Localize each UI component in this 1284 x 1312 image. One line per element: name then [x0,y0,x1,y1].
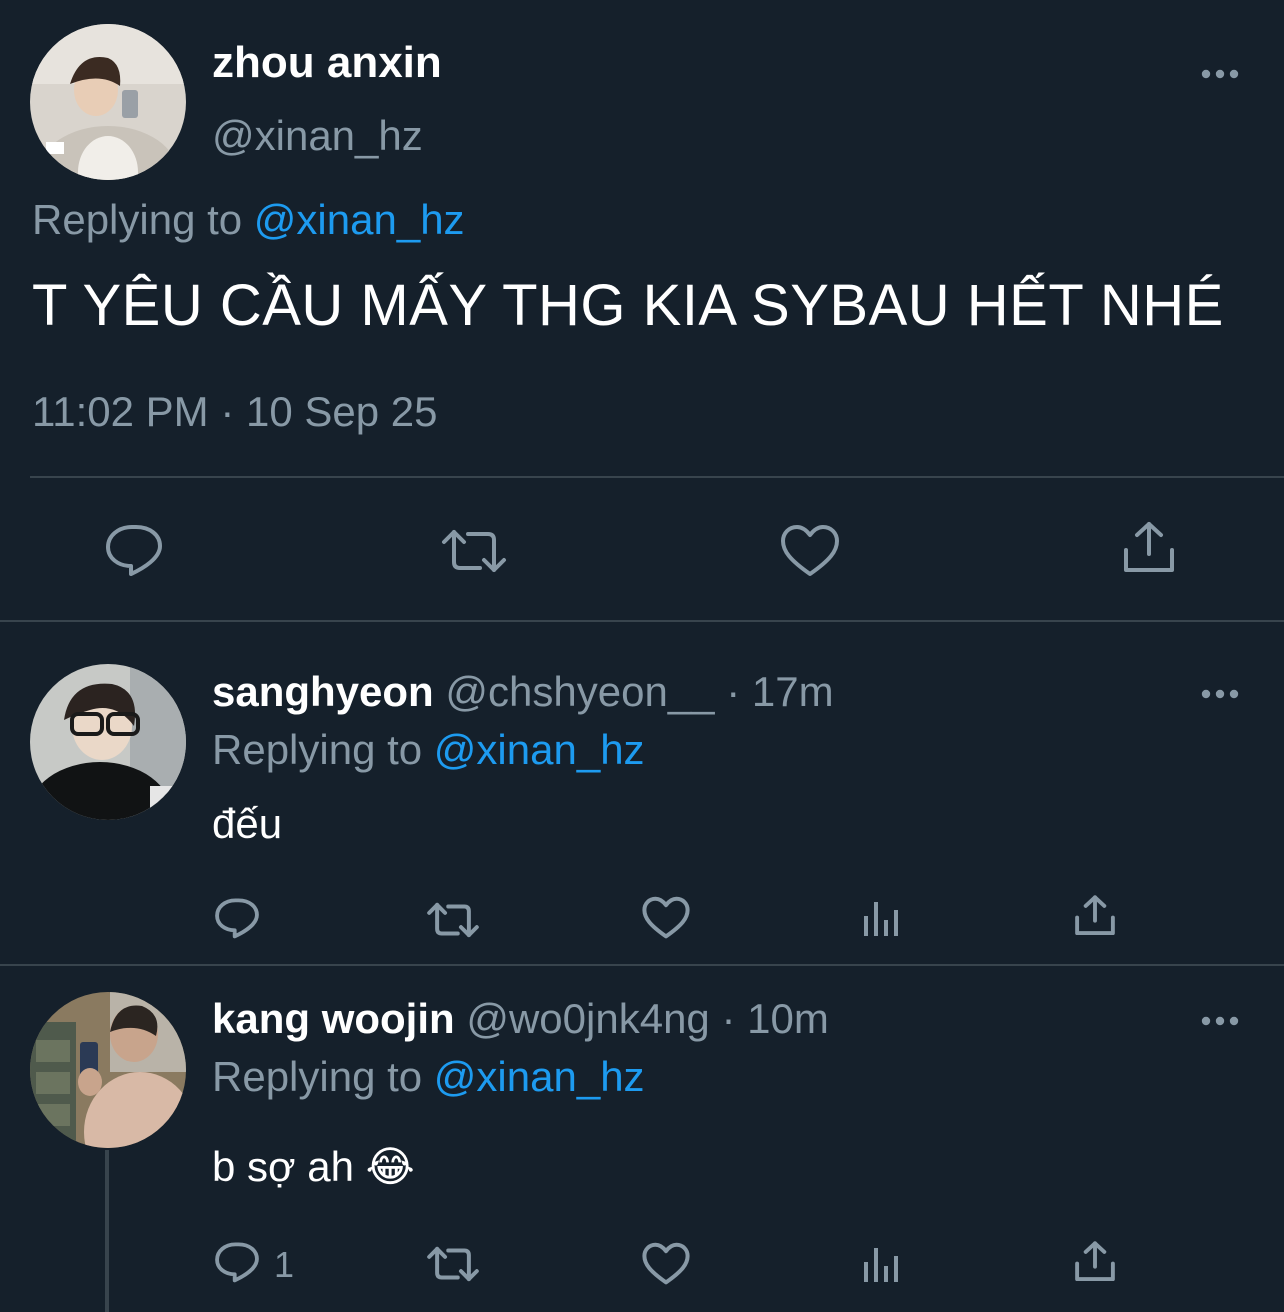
divider [0,964,1284,966]
reply-count: 1 [274,1244,295,1285]
divider [0,620,1284,622]
share-icon[interactable] [1074,894,1116,938]
replying-mention-link[interactable]: @xinan_hz [434,726,645,773]
retweet-icon[interactable] [440,526,508,576]
reply-text: b sợ ah 😂 [212,1143,415,1190]
replying-label: Replying to [32,196,243,243]
like-icon[interactable] [780,524,840,578]
analytics-icon[interactable] [862,1244,902,1284]
retweet-icon[interactable] [426,1244,480,1284]
more-options-icon[interactable] [1200,68,1240,80]
analytics-icon[interactable] [862,898,902,938]
reply-author-name[interactable]: kang woojin [212,995,455,1042]
main-author-name[interactable]: zhou anxin [212,38,442,88]
reply-text: đếu [212,800,283,847]
reply-time[interactable]: · 10m [721,995,828,1042]
main-tweet-text: T YÊU CẦU MẤY THG KIA SYBAU HẾT NHÉ [32,273,1224,338]
replying-label: Replying to [212,1053,423,1100]
reply-avatar[interactable] [30,664,186,820]
thread-connector-line [105,1150,109,1312]
divider [30,476,1284,478]
like-icon[interactable] [642,896,690,940]
reply-author-handle[interactable]: @wo0jnk4ng [466,995,709,1042]
like-icon[interactable] [642,1242,690,1286]
reply-header: kang woojin @wo0jnk4ng · 10m [212,995,829,1043]
more-options-icon[interactable] [1200,1015,1240,1027]
more-options-icon[interactable] [1200,688,1240,700]
main-replying-to: Replying to @xinan_hz [32,196,465,244]
share-icon[interactable] [1074,1240,1116,1284]
replying-mention-link[interactable]: @xinan_hz [434,1053,645,1100]
main-tweet-timestamp[interactable]: 11:02 PM · 10 Sep 25 [32,388,437,436]
share-icon[interactable] [1122,520,1176,576]
reply-author-name[interactable]: sanghyeon [212,668,434,715]
reply-replying-to: Replying to @xinan_hz [212,726,645,774]
reply-author-handle[interactable]: @chshyeon__ [445,668,714,715]
reply-icon[interactable] [214,1240,260,1284]
replying-mention-link[interactable]: @xinan_hz [254,196,465,243]
replying-label: Replying to [212,726,423,773]
retweet-icon[interactable] [426,900,480,940]
reply-replying-to: Replying to @xinan_hz [212,1053,645,1101]
reply-icon[interactable] [214,896,260,940]
main-author-handle[interactable]: @xinan_hz [212,112,423,160]
main-avatar[interactable] [30,24,186,180]
reply-icon[interactable] [104,522,164,578]
reply-time[interactable]: · 17m [726,668,833,715]
reply-header: sanghyeon @chshyeon__ · 17m [212,668,834,716]
reply-avatar[interactable] [30,992,186,1148]
